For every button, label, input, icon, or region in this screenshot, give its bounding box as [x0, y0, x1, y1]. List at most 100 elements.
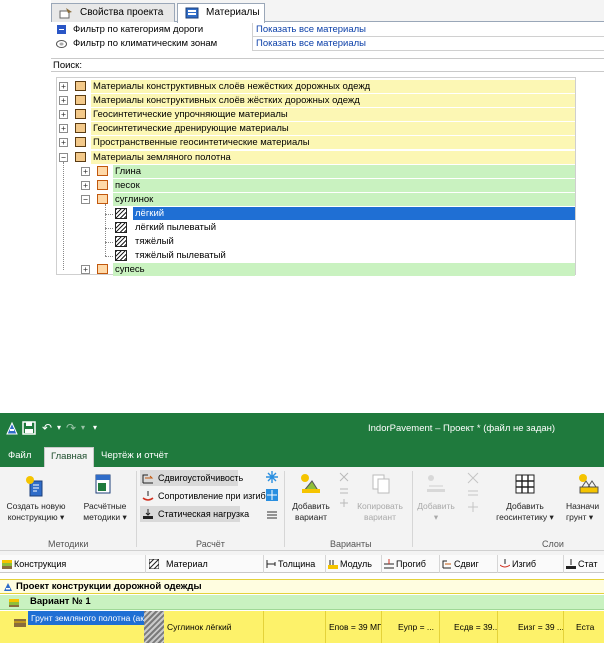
bending-column-icon: [500, 559, 510, 568]
frost-heave-icon[interactable]: [266, 489, 278, 501]
table-row-project[interactable]: Проект конструкции дорожной одежды: [0, 579, 604, 594]
add-geosynthetics-label-2: геосинтетику ▾: [496, 512, 554, 522]
menu-drawing-report[interactable]: Чертёж и отчёт: [101, 450, 168, 461]
tree-leaf-item[interactable]: лёгкий пылеватый: [57, 221, 575, 234]
column-thickness[interactable]: Толщина: [264, 555, 326, 573]
add-variant-button[interactable]: Добавить вариант: [288, 501, 334, 523]
material-hatch-icon: [144, 611, 164, 643]
layer-thickness-cell[interactable]: [264, 611, 326, 643]
column-material-label: Материал: [166, 559, 208, 569]
menu-bar: Файл Главная Чертёж и отчёт: [0, 445, 604, 467]
frost-icon[interactable]: [266, 471, 278, 483]
expand-icon[interactable]: +: [81, 181, 90, 190]
add-geosynthetics-button[interactable]: Добавить геосинтетику ▾: [490, 501, 560, 523]
shear-resistance-button[interactable]: Сдвигоустойчивость: [140, 470, 243, 486]
column-modulus[interactable]: Модуль: [326, 555, 382, 573]
column-bending[interactable]: Изгиб: [498, 555, 564, 573]
tree-item-label: лёгкий: [133, 207, 575, 220]
add-layer-button[interactable]: Добавить ▾: [416, 501, 456, 523]
tree-item[interactable]: + Материалы конструктивных слоёв нежёстки…: [57, 80, 575, 93]
column-construction[interactable]: Конструкция: [0, 555, 146, 573]
tree-item[interactable]: + песок: [57, 179, 575, 192]
tree-item[interactable]: + Геосинтетические упрочняющие материалы: [57, 108, 575, 121]
qat-customize-icon[interactable]: ▾: [88, 421, 102, 435]
filter-climate-zone-value[interactable]: Показать все материалы: [254, 37, 584, 51]
methods-button[interactable]: Расчётные методики ▾: [76, 501, 134, 523]
filter-road-category: Фильтр по категориям дороги Показать все…: [51, 23, 604, 37]
soil-group-icon: [97, 264, 108, 274]
tree-item[interactable]: − суглинок: [57, 193, 575, 206]
column-static[interactable]: Стат: [564, 555, 604, 573]
tree-connector: [105, 228, 113, 229]
expand-icon[interactable]: +: [81, 265, 90, 274]
expand-icon[interactable]: +: [59, 138, 68, 147]
search-box[interactable]: Поиск:: [51, 58, 604, 72]
filter-road-category-value[interactable]: Показать все материалы: [254, 23, 584, 37]
column-material[interactable]: Материал: [146, 555, 264, 573]
layer-shear-cell[interactable]: Eсдв = 39...: [440, 611, 498, 643]
material-category-icon: [75, 109, 86, 119]
filter-climate-zone-label: Фильтр по климатическим зонам: [73, 38, 218, 49]
soil-hatch-icon: [115, 250, 127, 261]
assign-soil-label-2: грунт ▾: [566, 512, 594, 522]
layer-static-cell[interactable]: Еста: [564, 611, 604, 643]
tree-item-label: Материалы конструктивных слоёв нежёстких…: [91, 80, 575, 93]
layer-modulus-cell[interactable]: Eпов = 39 МПа: [326, 611, 382, 643]
tree-leaf-item[interactable]: тяжёлый пылеватый: [57, 249, 575, 262]
table-row-variant[interactable]: Вариант № 1: [0, 595, 604, 610]
thickness-column-icon: [266, 560, 276, 568]
tree-item-label: Геосинтетические дренирующие материалы: [91, 122, 575, 135]
tree-item-label: супесь: [113, 263, 575, 276]
add-variant-label-1: Добавить: [292, 501, 330, 511]
group-calculation-label: Расчёт: [196, 539, 225, 549]
column-shear[interactable]: Сдвиг: [440, 555, 498, 573]
tree-item[interactable]: − Материалы земляного полотна: [57, 151, 575, 164]
add-geosynthetics-icon: [515, 474, 535, 494]
expand-icon[interactable]: +: [59, 124, 68, 133]
tree-item[interactable]: + Геосинтетические дренирующие материалы: [57, 122, 575, 135]
tree-connector: [105, 256, 113, 257]
expand-icon[interactable]: +: [81, 167, 90, 176]
create-construction-button[interactable]: Создать новую конструкцию ▾: [2, 501, 70, 523]
tree-item-label: песок: [113, 179, 575, 192]
tree-item[interactable]: + Материалы конструктивных слоёв жёстких …: [57, 94, 575, 107]
column-deflection[interactable]: Прогиб: [382, 555, 440, 573]
column-thickness-label: Толщина: [278, 559, 316, 569]
copy-variant-button[interactable]: Копировать вариант: [352, 501, 408, 523]
tree-item-label: Пространственные геосинтетические матери…: [91, 136, 575, 149]
table-row-layer[interactable]: Грунт земляного полотна (акти Суглинок л…: [0, 611, 604, 643]
tab-project-properties[interactable]: Свойства проекта: [51, 3, 175, 22]
static-load-button[interactable]: Статическая нагрузка: [140, 506, 249, 522]
bending-resistance-button[interactable]: Сопротивление при изгибе: [140, 488, 271, 504]
tree-leaf-item[interactable]: лёгкий: [57, 207, 575, 220]
menu-file[interactable]: Файл: [8, 450, 31, 461]
tree-leaf-item[interactable]: тяжёлый: [57, 235, 575, 248]
soil-hatch-icon: [115, 236, 127, 247]
variant-small-tools-icon[interactable]: [338, 471, 350, 511]
column-modulus-label: Модуль: [340, 559, 372, 569]
tree-item[interactable]: + Пространственные геосинтетические матер…: [57, 136, 575, 149]
layer-small-tools-icon[interactable]: [466, 471, 480, 515]
menu-home[interactable]: Главная: [44, 447, 95, 467]
layer-bending-cell[interactable]: Eизг = 39 ...: [498, 611, 564, 643]
material-category-icon: [75, 152, 86, 162]
expand-icon[interactable]: +: [59, 110, 68, 119]
assign-soil-button[interactable]: Назначи грунт ▾: [566, 501, 604, 523]
project-label: Проект конструкции дорожной одежды: [16, 581, 202, 592]
expand-icon[interactable]: +: [59, 96, 68, 105]
expand-icon[interactable]: +: [59, 82, 68, 91]
add-layer-icon: [427, 475, 445, 492]
tree-item[interactable]: + Глина: [57, 165, 575, 178]
filter-climate-zone: Фильтр по климатическим зонам Показать в…: [51, 37, 604, 51]
materials-tree: + Материалы конструктивных слоёв нежёстки…: [56, 77, 576, 276]
layer-deflection-cell[interactable]: Eупр = ...: [382, 611, 440, 643]
drainage-icon[interactable]: [266, 509, 278, 521]
layer-material-cell[interactable]: Суглинок лёгкий: [164, 611, 264, 643]
save-icon[interactable]: [22, 421, 36, 435]
tab-materials[interactable]: Материалы: [177, 3, 265, 23]
layer-name-cell[interactable]: Грунт земляного полотна (акти: [28, 611, 144, 625]
collapse-icon[interactable]: −: [81, 195, 90, 204]
copy-variant-label-2: вариант: [364, 512, 396, 522]
collapse-icon[interactable]: −: [59, 153, 68, 162]
tree-item[interactable]: + супесь: [57, 263, 575, 276]
